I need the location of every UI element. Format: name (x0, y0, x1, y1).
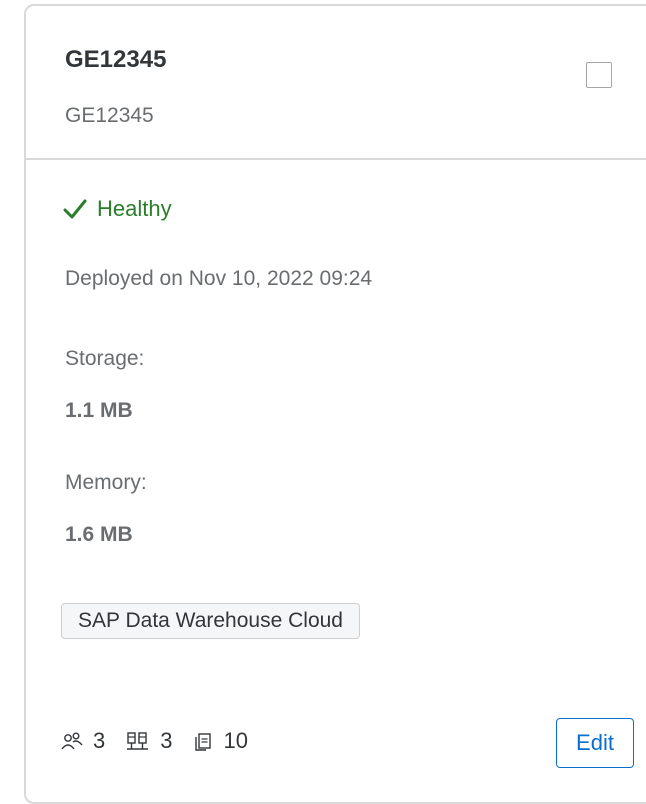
users-count: 3 (60, 728, 105, 754)
documents-icon (194, 733, 211, 751)
storage-label: Storage: (65, 347, 145, 370)
status-label: Healthy (97, 196, 172, 221)
status-indicator: Healthy (63, 196, 172, 222)
memory-label: Memory: (65, 471, 147, 494)
users-icon (61, 732, 83, 750)
documents-count: 10 (193, 728, 248, 754)
counts-bar: 3 3 10 (60, 728, 268, 754)
product-tag: SAP Data Warehouse Cloud (61, 603, 360, 639)
users-count-value: 3 (93, 728, 106, 753)
connections-icon (127, 732, 149, 750)
edit-button[interactable]: Edit (556, 718, 634, 768)
connections-count-value: 3 (160, 728, 173, 753)
select-checkbox[interactable] (586, 62, 612, 88)
checkmark-icon (63, 199, 87, 219)
storage-value: 1.1 MB (65, 399, 133, 422)
connections-count: 3 (125, 728, 173, 754)
card-header: GE12345 GE12345 (26, 6, 646, 160)
deployed-date: Deployed on Nov 10, 2022 09:24 (65, 267, 373, 290)
card-title: GE12345 (65, 46, 167, 73)
card-subtitle: GE12345 (65, 104, 154, 127)
memory-value: 1.6 MB (65, 523, 133, 546)
space-card: GE12345 GE12345 Healthy Deployed on Nov … (24, 4, 646, 804)
documents-count-value: 10 (223, 728, 248, 753)
